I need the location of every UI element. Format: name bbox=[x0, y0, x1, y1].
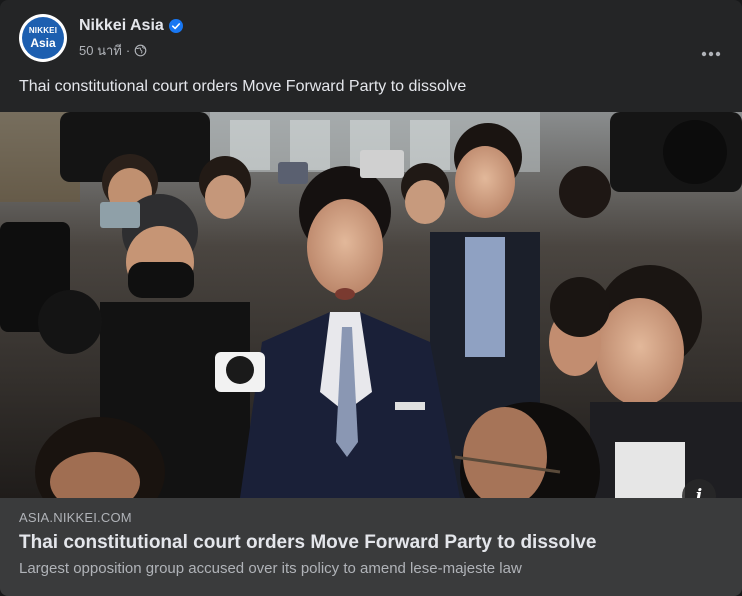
link-preview-card[interactable]: ASIA.NIKKEI.COM Thai constitutional cour… bbox=[0, 498, 742, 596]
meta-separator: · bbox=[125, 43, 131, 58]
facebook-post-card: NIKKEI Asia Nikkei Asia 50 นาที · Thai c… bbox=[0, 0, 742, 596]
more-horizontal-icon bbox=[701, 51, 721, 57]
post-timestamp[interactable]: 50 นาที bbox=[79, 40, 122, 61]
link-domain: ASIA.NIKKEI.COM bbox=[19, 510, 132, 525]
article-photo[interactable] bbox=[0, 112, 742, 498]
link-title: Thai constitutional court orders Move Fo… bbox=[19, 532, 597, 553]
nikkei-asia-logo: NIKKEI Asia bbox=[22, 17, 64, 59]
globe-icon bbox=[134, 44, 147, 57]
post-message: Thai constitutional court orders Move Fo… bbox=[19, 78, 467, 95]
press-scrum-photo bbox=[0, 112, 742, 498]
link-description: Largest opposition group accused over it… bbox=[19, 560, 522, 577]
more-options-button[interactable] bbox=[693, 36, 729, 72]
post-meta: 50 นาที · bbox=[79, 40, 147, 61]
avatar-logo-bottom-text: Asia bbox=[30, 36, 56, 50]
avatar-logo-top-text: NIKKEI bbox=[28, 26, 58, 35]
page-name-link[interactable]: Nikkei Asia bbox=[79, 17, 164, 35]
verified-badge-icon bbox=[168, 19, 183, 33]
post-header: NIKKEI Asia Nikkei Asia 50 นาที · bbox=[19, 14, 721, 66]
page-name-row: Nikkei Asia bbox=[79, 17, 183, 35]
page-avatar[interactable]: NIKKEI Asia bbox=[19, 14, 67, 62]
